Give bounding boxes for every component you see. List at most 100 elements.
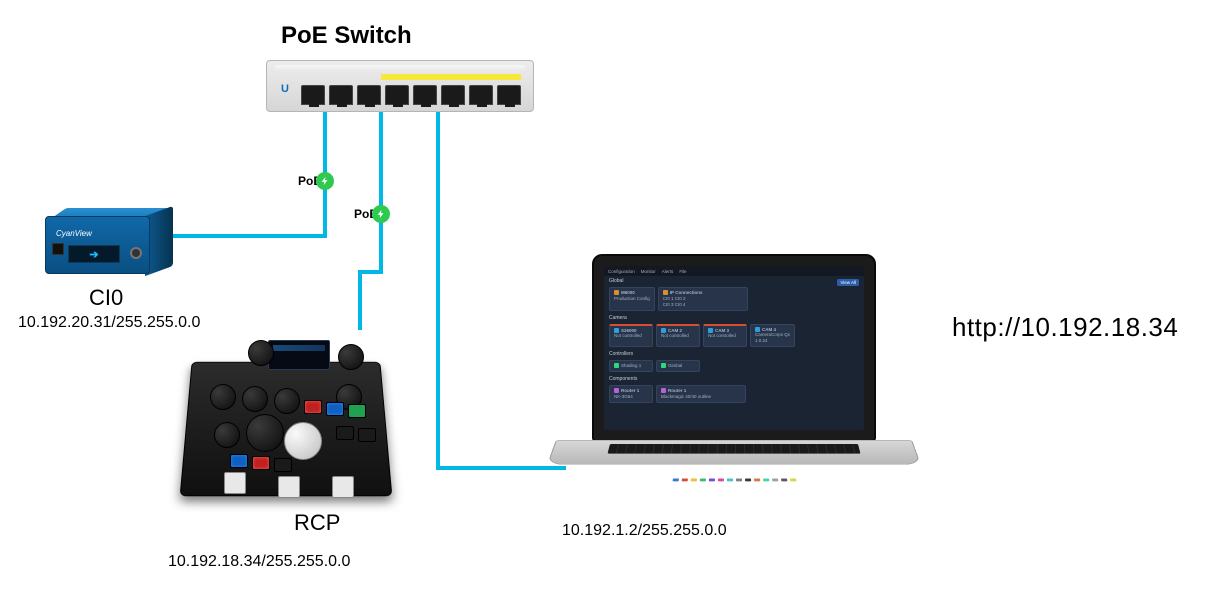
rcp-knob [242,386,268,412]
rcp-knob-large [246,414,284,452]
rcp-button [252,456,270,470]
laptop-url: http://10.192.18.34 [952,312,1178,343]
dock-icon [690,478,696,481]
switch-port [413,85,437,105]
ci0-rj45-port [52,243,64,255]
dock-icon [763,478,769,481]
laptop-device: Configuration Monitor Alerts File View A… [556,254,912,506]
cable-ci0-horiz [173,234,327,238]
switch-brand-logo: U [281,83,295,97]
ci0-screen-arrow-icon: ➔ [89,248,98,261]
ci0-bnc-port [130,247,142,259]
lightning-icon [376,209,386,219]
card-marker [708,328,713,333]
rcp-button [358,428,376,442]
rcp-ip: 10.192.18.34/255.255.0.0 [168,553,350,571]
card-global-0: M6000 Production Config [609,287,655,311]
dock-icon [717,478,723,481]
rcp-knob-white [284,422,322,460]
switch-yellow-strip [381,74,521,80]
rcp-knob [338,344,364,370]
rcp-button [230,454,248,468]
rcp-button [348,404,366,418]
ci0-front-face: CyanView ➔ [45,216,150,274]
dock-icon [745,478,751,481]
laptop-screen: Configuration Monitor Alerts File View A… [604,266,864,430]
poe-badge-icon [316,172,334,190]
cable-laptop-vert [436,112,440,470]
dock-icon [726,478,732,481]
switch-port [441,85,465,105]
ci0-screen: ➔ [68,245,120,263]
dock-icon [736,478,742,481]
card-camera-1: CAM 2 Not controlled [656,324,700,348]
cable-rcp-vert1 [379,112,383,274]
section-title-global: Global [604,276,864,285]
macos-dock [619,478,849,482]
rcp-knob [210,384,236,410]
rcp-square-button [332,476,354,498]
card-marker [614,290,619,295]
rcp-knob [248,340,274,366]
dock-icon [672,478,678,481]
view-all-badge: View All [837,279,859,286]
rcp-name: RCP [294,510,340,536]
rcp-device [186,326,386,504]
rcp-button [304,400,322,414]
switch-port [385,85,409,105]
rcp-button [326,402,344,416]
poe-switch-device: U [266,60,534,112]
card-components-1: Router 1 Blackmagic 40/40 outline [656,385,746,403]
switch-port [357,85,381,105]
rcp-square-button [278,476,300,498]
ci0-name: CI0 [89,285,123,311]
dock-icon [790,478,796,481]
switch-port [301,85,325,105]
cable-laptop-horiz [436,466,566,470]
switch-ports [301,85,521,105]
card-controllers-0: Shading 1 [609,360,653,372]
topbar-item: File [679,269,686,274]
section-title-controllers: Controllers [604,349,864,358]
global-row: M6000 Production Config IP Connections C… [604,285,864,313]
card-marker [661,328,666,333]
switch-port [329,85,353,105]
topbar-item: Alerts [662,269,674,274]
laptop-ip: 10.192.1.2/255.255.0.0 [562,522,727,540]
laptop-keyboard [608,444,861,454]
switch-top-strip [275,65,525,73]
card-marker [614,388,619,393]
rcp-knob [274,388,300,414]
card-marker [661,388,666,393]
rcp-button [274,458,292,472]
poe-badge-icon [372,205,390,223]
card-marker [614,363,619,368]
switch-port [497,85,521,105]
card-components-0: Router 1 NK-3G64 [609,385,653,403]
switch-title: PoE Switch [281,22,412,50]
rcp-button [336,426,354,440]
card-marker [755,327,760,332]
section-title-camera: Camera [604,313,864,322]
card-marker [661,363,666,368]
app-topbar: Configuration Monitor Alerts File [604,266,864,276]
switch-port [469,85,493,105]
card-marker [614,328,619,333]
controllers-row: Shading 1 Gimbal [604,358,864,374]
card-camera-3: CAM 4 CameraCorps Qx 1.0.24 [750,324,795,348]
rcp-square-button [224,472,246,494]
cable-rcp-vert2 [358,270,362,330]
dock-icon [699,478,705,481]
rcp-knob [214,422,240,448]
camera-row: S26000 Not controlled CAM 2 Not controll… [604,322,864,350]
ci0-brand-text: CyanView [56,229,92,238]
card-controllers-1: Gimbal [656,360,700,372]
section-title-components: Components [604,374,864,383]
lightning-icon [320,176,330,186]
rcp-screen [268,340,330,370]
dock-icon [781,478,787,481]
topbar-item: Monitor [641,269,656,274]
laptop-lid: Configuration Monitor Alerts File View A… [592,254,876,442]
dock-icon [772,478,778,481]
components-row: Router 1 NK-3G64 Router 1 Blackmagic 40/… [604,383,864,405]
